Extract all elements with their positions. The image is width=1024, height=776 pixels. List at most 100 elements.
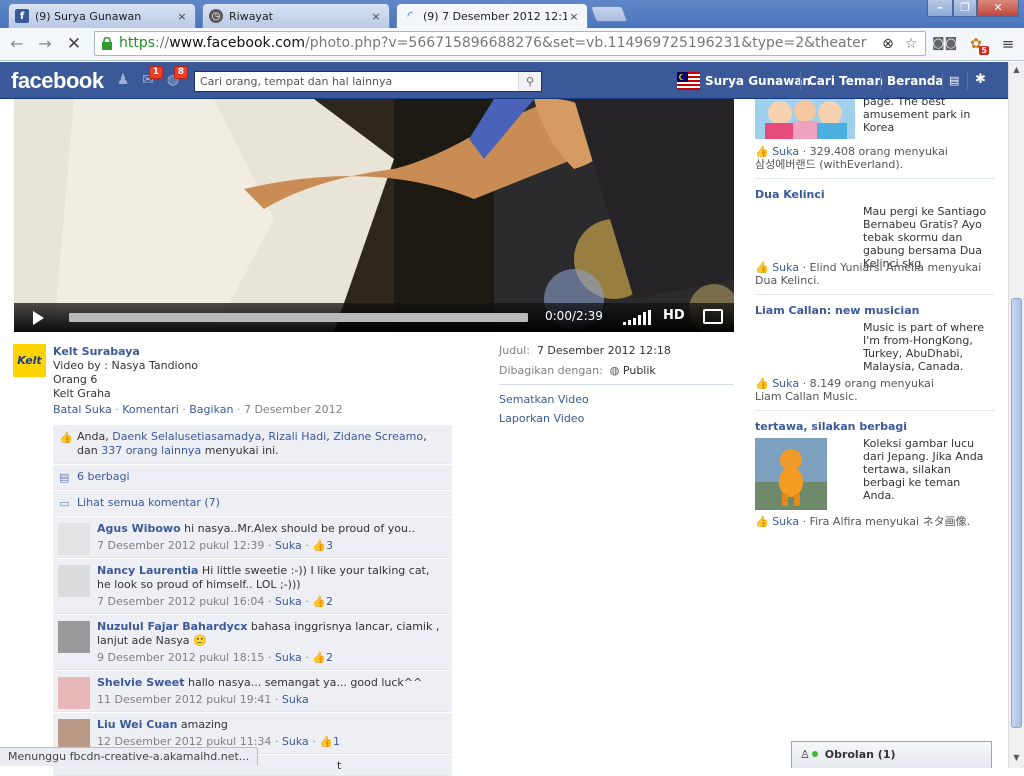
post-date[interactable]: 7 Desember 2012: [244, 403, 343, 416]
search-icon[interactable]: ⚲: [518, 72, 541, 91]
others-likes-link[interactable]: 337 orang lainnya: [101, 444, 201, 457]
restore-window-button[interactable]: ❐: [953, 0, 977, 17]
close-tab-icon[interactable]: ×: [567, 10, 581, 23]
close-window-button[interactable]: ✕: [977, 0, 1019, 17]
facebook-favicon-icon: f: [15, 9, 29, 23]
video-time: 0:00/2:39: [545, 309, 603, 323]
comment-time[interactable]: 7 Desember 2012 pukul 16:04: [97, 595, 264, 608]
volume-bars-icon[interactable]: [623, 310, 651, 325]
like-comment-link[interactable]: Suka: [282, 693, 309, 706]
tab-surya-gunawan[interactable]: f (9) Surya Gunawan ×: [8, 3, 196, 28]
ad-body[interactable]: page. The best amusement park in Korea: [863, 95, 994, 134]
embed-video-link[interactable]: Sematkan Video: [499, 393, 589, 406]
close-tab-icon[interactable]: ×: [175, 10, 189, 23]
like-comment-link[interactable]: Suka: [275, 595, 302, 608]
close-tab-icon[interactable]: ×: [369, 10, 383, 23]
shares-link[interactable]: 6 berbagi: [77, 470, 130, 483]
tab-video-active[interactable]: ◜ (9) 7 Desember 2012 12:18 ×: [396, 3, 588, 29]
back-arrow-icon[interactable]: ←: [5, 33, 29, 55]
facebook-logo[interactable]: facebook: [11, 68, 104, 94]
play-icon[interactable]: [33, 311, 44, 325]
ad-like-link[interactable]: 👍 Suka: [755, 261, 799, 274]
ad-image[interactable]: [755, 438, 827, 510]
bookmark-star-icon[interactable]: ☆: [900, 33, 922, 55]
friend-requests-icon[interactable]: ♟: [114, 72, 132, 88]
search-placeholder: Cari orang, tempat dan hal lainnya: [200, 75, 393, 88]
avatar[interactable]: [58, 523, 90, 555]
commenter-name-link[interactable]: Nancy Laurentia: [97, 564, 198, 577]
commenter-name-link[interactable]: Nuzulul Fajar Bahardycx: [97, 620, 247, 633]
facebook-search-input[interactable]: Cari orang, tempat dan hal lainnya ⚲: [194, 71, 542, 92]
liker-link[interactable]: Daenk Selalusetiasamadya: [112, 430, 261, 443]
scroll-down-arrow-icon[interactable]: ▼: [1011, 752, 1022, 764]
find-friends-link[interactable]: Cari Teman: [808, 74, 883, 88]
new-tab-button[interactable]: [590, 6, 628, 22]
settings-gear-icon[interactable]: ✱: [975, 72, 986, 87]
title-value: 7 Desember 2012 12:18: [536, 344, 671, 357]
liker-link[interactable]: Zidane Screamo: [333, 430, 423, 443]
shared-with-value[interactable]: Publik: [623, 364, 656, 377]
commenter-name-link[interactable]: Shelvie Sweet: [97, 676, 184, 689]
like-comment-link[interactable]: Suka: [282, 735, 309, 748]
unlike-link[interactable]: Batal Suka: [53, 403, 112, 416]
like-comment-link[interactable]: Suka: [275, 651, 302, 664]
incognito-glasses-icon[interactable]: ◙◙: [932, 33, 957, 55]
report-video-link[interactable]: Laporkan Video: [499, 412, 584, 425]
comment-time[interactable]: 7 Desember 2012 pukul 12:39: [97, 539, 264, 552]
comment-time[interactable]: 9 Desember 2012 pukul 18:15: [97, 651, 264, 664]
view-comments-row[interactable]: ▭ Lihat semua komentar (7): [53, 490, 452, 516]
view-all-comments-link[interactable]: Lihat semua komentar (7): [77, 496, 220, 509]
chat-label: Obrolan: [824, 748, 874, 761]
scroll-up-arrow-icon[interactable]: ▲: [1011, 64, 1022, 76]
fullscreen-icon[interactable]: [703, 309, 723, 324]
profile-avatar-flag[interactable]: [677, 72, 700, 90]
ad-image[interactable]: [755, 99, 855, 139]
ad-title-link[interactable]: tertawa, silakan berbagi: [755, 420, 994, 433]
extension-icon[interactable]: ✿ 5: [965, 33, 989, 55]
minimize-window-button[interactable]: –: [927, 0, 953, 17]
ad-body[interactable]: Koleksi gambar lucu dari Jepang. Jika An…: [863, 437, 994, 502]
ad-like-link[interactable]: 👍 Suka: [755, 377, 799, 390]
video-player[interactable]: [14, 99, 734, 332]
home-link[interactable]: Beranda: [887, 74, 944, 88]
comment-likes-count[interactable]: 👍2: [312, 651, 333, 664]
stop-loading-icon[interactable]: ✕: [62, 33, 86, 55]
messages-icon[interactable]: ✉ 1: [139, 66, 163, 88]
ad-body[interactable]: Music is part of where I'm from-HongKong…: [863, 321, 994, 373]
ad-like-link[interactable]: 👍 Suka: [755, 515, 799, 528]
avatar[interactable]: [58, 565, 90, 597]
page-scrollbar[interactable]: ▲ ▼: [1008, 62, 1024, 768]
url-path: /photo.php?v=566715896688276&set=vb.1149…: [305, 35, 867, 51]
scrollbar-thumb[interactable]: [1011, 298, 1022, 728]
ad-like-link[interactable]: 👍 Suka: [755, 145, 799, 158]
tab-riwayat[interactable]: ◷ Riwayat ×: [202, 3, 390, 28]
avatar[interactable]: [58, 677, 90, 709]
history-clock-icon: ◷: [209, 9, 223, 23]
forward-arrow-icon[interactable]: →: [33, 33, 57, 55]
comment-likes-count[interactable]: 👍3: [312, 539, 333, 552]
address-bar[interactable]: https://www.facebook.com/photo.php?v=566…: [94, 31, 926, 56]
share-link[interactable]: Bagikan: [189, 403, 233, 416]
comment-time[interactable]: 11 Desember 2012 pukul 19:41: [97, 693, 271, 706]
zoom-icon[interactable]: ⊗: [877, 33, 899, 55]
commenter-name-link[interactable]: Liu Wei Cuan: [97, 718, 177, 731]
thumbs-up-icon: 👍: [59, 431, 73, 444]
profile-link[interactable]: Surya Gunawan: [705, 74, 811, 88]
notifications-globe-icon[interactable]: ◍ 8: [164, 66, 188, 88]
shares-row[interactable]: ▤ 6 berbagi: [53, 464, 452, 490]
comment-link[interactable]: Komentari: [122, 403, 178, 416]
privacy-shortcuts-icon[interactable]: ▤: [949, 74, 959, 87]
ad-title-link[interactable]: Liam Callan: new musician: [755, 304, 994, 317]
liker-link[interactable]: Rizali Hadi: [268, 430, 326, 443]
avatar[interactable]: [58, 621, 90, 653]
commenter-name-link[interactable]: Agus Wibowo: [97, 522, 181, 535]
video-seek-bar[interactable]: [69, 313, 528, 322]
menu-wrench-icon[interactable]: ≡: [997, 33, 1019, 55]
ad-title-link[interactable]: Dua Kelinci: [755, 188, 994, 201]
owner-name-link[interactable]: Kelt Surabaya: [53, 345, 453, 359]
hd-toggle-button[interactable]: HD: [663, 308, 685, 323]
comment-likes-count[interactable]: 👍2: [312, 595, 333, 608]
comment-likes-count[interactable]: 👍1: [319, 735, 340, 748]
like-comment-link[interactable]: Suka: [275, 539, 302, 552]
chat-tab[interactable]: ♙ Obrolan (1): [791, 741, 992, 768]
